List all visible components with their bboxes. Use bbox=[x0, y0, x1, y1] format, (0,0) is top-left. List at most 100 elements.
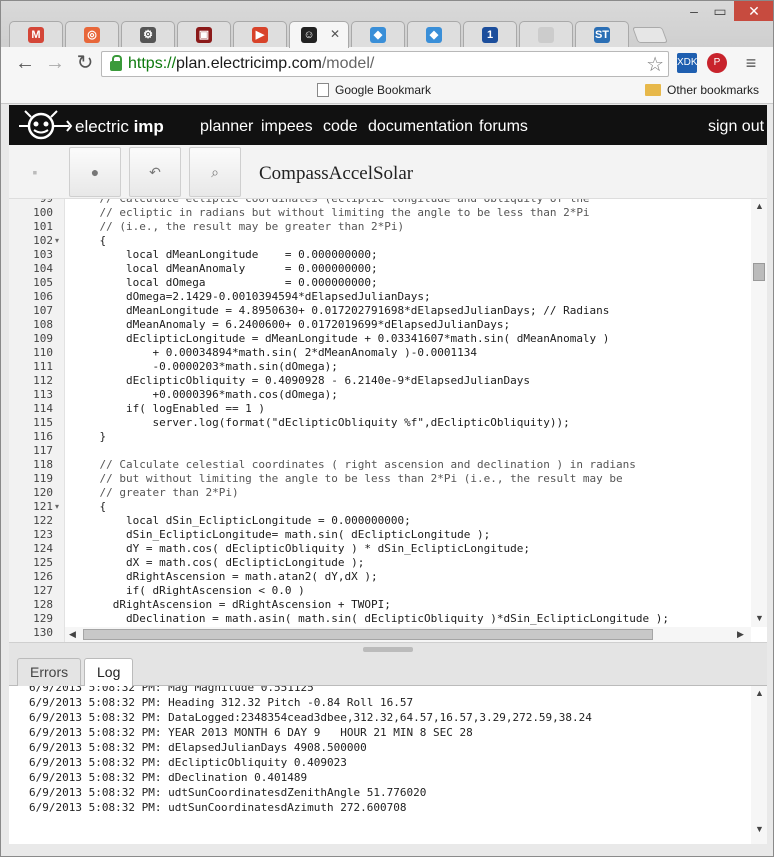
code-line[interactable]: -0.0000203*math.sin(dOmega); bbox=[73, 360, 337, 373]
scroll-down-arrow-icon[interactable]: ▼ bbox=[755, 613, 764, 623]
scroll-up-arrow-icon[interactable]: ▲ bbox=[755, 201, 764, 211]
undo-button[interactable]: ↶ bbox=[129, 147, 181, 197]
line-number: 114 bbox=[33, 402, 53, 415]
editor-vertical-scrollbar[interactable]: ▲ ▼ bbox=[751, 199, 767, 627]
log-scroll-up-arrow-icon[interactable]: ▲ bbox=[755, 688, 764, 698]
electric-imp-icon: ☺ bbox=[301, 27, 317, 43]
code-line[interactable]: local dMeanAnomaly = 0.000000000; bbox=[73, 262, 378, 275]
log-output[interactable]: ▲ ▼ 6/9/2013 5:08:32 PM: Mag Magnitude 0… bbox=[9, 686, 767, 844]
code-line[interactable]: local dMeanLongitude = 0.000000000; bbox=[73, 248, 378, 261]
code-line[interactable]: +0.0000396*math.cos(dOmega); bbox=[73, 388, 337, 401]
reload-button[interactable]: ↻ bbox=[73, 51, 97, 75]
editor-horizontal-scrollbar[interactable]: ◀ ▶ bbox=[65, 627, 751, 642]
editor-hscroll-thumb[interactable] bbox=[83, 629, 653, 640]
code-line[interactable]: dRightAscension = dRightAscension + TWOP… bbox=[73, 598, 391, 611]
electric-imp-logo-icon bbox=[19, 110, 73, 140]
code-line[interactable]: // greater than 2*Pi) bbox=[73, 486, 238, 499]
menu-icon[interactable]: ≡ bbox=[739, 51, 763, 75]
back-button[interactable]: ← bbox=[13, 51, 37, 75]
tab-close-icon[interactable]: ✕ bbox=[330, 27, 340, 41]
log-line: 6/9/2013 5:08:32 PM: udtSunCoordinatesdZ… bbox=[29, 786, 427, 799]
fold-arrow-icon[interactable]: ▾ bbox=[55, 236, 59, 245]
line-number: 127 bbox=[33, 584, 53, 597]
code-line[interactable]: // (i.e., the result may be greater than… bbox=[73, 220, 404, 233]
browser-tab[interactable]: ◎ bbox=[65, 21, 119, 47]
browser-tab[interactable]: ST bbox=[575, 21, 629, 47]
code-area[interactable]: // Calculate ecliptic coordinates (eclip… bbox=[73, 199, 749, 629]
code-line[interactable]: local dOmega = 0.000000000; bbox=[73, 276, 378, 289]
code-line[interactable]: dY = math.cos( dEclipticObliquity ) * dS… bbox=[73, 542, 530, 555]
code-line[interactable]: { bbox=[73, 234, 106, 247]
pinterest-icon[interactable]: P bbox=[707, 53, 727, 73]
close-window-button[interactable]: ✕ bbox=[734, 1, 773, 21]
browser-tab[interactable]: ◆ bbox=[351, 21, 405, 47]
log-scroll-down-arrow-icon[interactable]: ▼ bbox=[755, 824, 764, 834]
browser-tab[interactable]: ◆ bbox=[407, 21, 461, 47]
url-path: /model/ bbox=[321, 55, 375, 72]
browser-tab[interactable] bbox=[519, 21, 573, 47]
code-line[interactable]: // Calculate ecliptic coordinates (eclip… bbox=[73, 199, 589, 205]
brand-light: electric bbox=[75, 117, 134, 136]
code-line[interactable]: local dSin_EclipticLongitude = 0.0000000… bbox=[73, 514, 411, 527]
forward-button[interactable]: → bbox=[43, 51, 67, 75]
run-button[interactable]: ● bbox=[69, 147, 121, 197]
scroll-left-arrow-icon[interactable]: ◀ bbox=[69, 629, 76, 640]
code-editor[interactable]: 99100101102▾1031041051061071081091101111… bbox=[9, 199, 767, 642]
browser-tab[interactable]: ☺ ✕ bbox=[289, 21, 349, 48]
other-bookmarks[interactable]: Other bookmarks bbox=[645, 83, 759, 97]
splitter-grip[interactable] bbox=[363, 647, 413, 652]
browser-tab[interactable]: ▶ bbox=[233, 21, 287, 47]
code-line[interactable]: server.log(format("dEclipticObliquity %f… bbox=[73, 416, 569, 429]
code-line[interactable]: // Calculate celestial coordinates ( rig… bbox=[73, 458, 635, 471]
nav-forums[interactable]: forums bbox=[479, 118, 528, 136]
code-line[interactable]: dRightAscension = math.atan2( dY,dX ); bbox=[73, 570, 378, 583]
nav-planner[interactable]: planner bbox=[200, 118, 253, 136]
log-vertical-scrollbar[interactable]: ▲ ▼ bbox=[751, 686, 767, 844]
bookmark-google[interactable]: Google Bookmark bbox=[317, 83, 431, 97]
code-line[interactable]: dSin_EclipticLongitude= math.sin( dEclip… bbox=[73, 528, 490, 541]
code-line[interactable]: // but without limiting the angle to be … bbox=[73, 472, 622, 485]
browser-tab[interactable]: ⚙ bbox=[121, 21, 175, 47]
code-line[interactable]: dEclipticObliquity = 0.4090928 - 6.2140e… bbox=[73, 374, 530, 387]
line-number: 112 bbox=[33, 374, 53, 387]
bookmark-star-icon[interactable]: ☆ bbox=[646, 52, 664, 77]
code-line[interactable]: dX = math.cos( dEclipticLongitude ); bbox=[73, 556, 364, 569]
address-bar[interactable]: https://plan.electricimp.com/model/ ☆ bbox=[101, 51, 669, 77]
model-title[interactable]: CompassAccelSolar bbox=[259, 163, 413, 185]
code-line[interactable]: dMeanAnomaly = 6.2400600+ 0.0172019699*d… bbox=[73, 318, 510, 331]
code-line[interactable]: if( logEnabled == 1 ) bbox=[73, 402, 265, 415]
code-line[interactable]: dEclipticLongitude = dMeanLongitude + 0.… bbox=[73, 332, 609, 345]
browser-tab[interactable]: M bbox=[9, 21, 63, 47]
fold-arrow-icon[interactable]: ▾ bbox=[55, 502, 59, 511]
code-line[interactable]: if( dRightAscension < 0.0 ) bbox=[73, 584, 305, 597]
url-host: plan.electricimp.com bbox=[176, 55, 322, 72]
lock-icon bbox=[110, 55, 122, 71]
browser-tab[interactable]: 1 bbox=[463, 21, 517, 47]
code-line[interactable]: dDeclination = math.asin( math.sin( dEcl… bbox=[73, 612, 669, 625]
scroll-right-arrow-icon[interactable]: ▶ bbox=[737, 629, 744, 640]
nav-code[interactable]: code bbox=[323, 118, 358, 136]
panel-splitter[interactable] bbox=[9, 642, 767, 656]
line-number: 100 bbox=[33, 206, 53, 219]
code-line[interactable]: + 0.00034894*math.sin( 2*dMeanAnomaly )-… bbox=[73, 346, 477, 359]
code-line[interactable]: dOmega=2.1429-0.0010394594*dElapsedJulia… bbox=[73, 290, 431, 303]
editor-scroll-thumb[interactable] bbox=[753, 263, 765, 281]
minimize-button[interactable]: – bbox=[681, 1, 707, 21]
search-button[interactable]: ⌕ bbox=[189, 147, 241, 197]
code-line[interactable]: { bbox=[73, 500, 106, 513]
save-button[interactable]: ▪ bbox=[9, 147, 61, 197]
code-line[interactable]: // ecliptic in radians but without limit… bbox=[73, 206, 589, 219]
tab-errors[interactable]: Errors bbox=[17, 658, 82, 686]
browser-tab[interactable]: ▣ bbox=[177, 21, 231, 47]
code-line[interactable]: dMeanLongitude = 4.8950630+ 0.0172027916… bbox=[73, 304, 609, 317]
bookmarks-bar: Google Bookmark Other bookmarks bbox=[1, 79, 773, 104]
code-line[interactable]: } bbox=[73, 430, 106, 443]
new-tab-button[interactable] bbox=[632, 27, 668, 43]
nav-documentation[interactable]: documentation bbox=[368, 118, 473, 136]
tab-log[interactable]: Log bbox=[84, 658, 134, 687]
sign-out-link[interactable]: sign out bbox=[708, 118, 764, 136]
maximize-button[interactable]: ▭ bbox=[707, 1, 733, 21]
xdk-icon[interactable]: XDK bbox=[677, 53, 698, 73]
nav-impees[interactable]: impees bbox=[261, 118, 313, 136]
brand-name[interactable]: electric imp bbox=[75, 117, 164, 137]
